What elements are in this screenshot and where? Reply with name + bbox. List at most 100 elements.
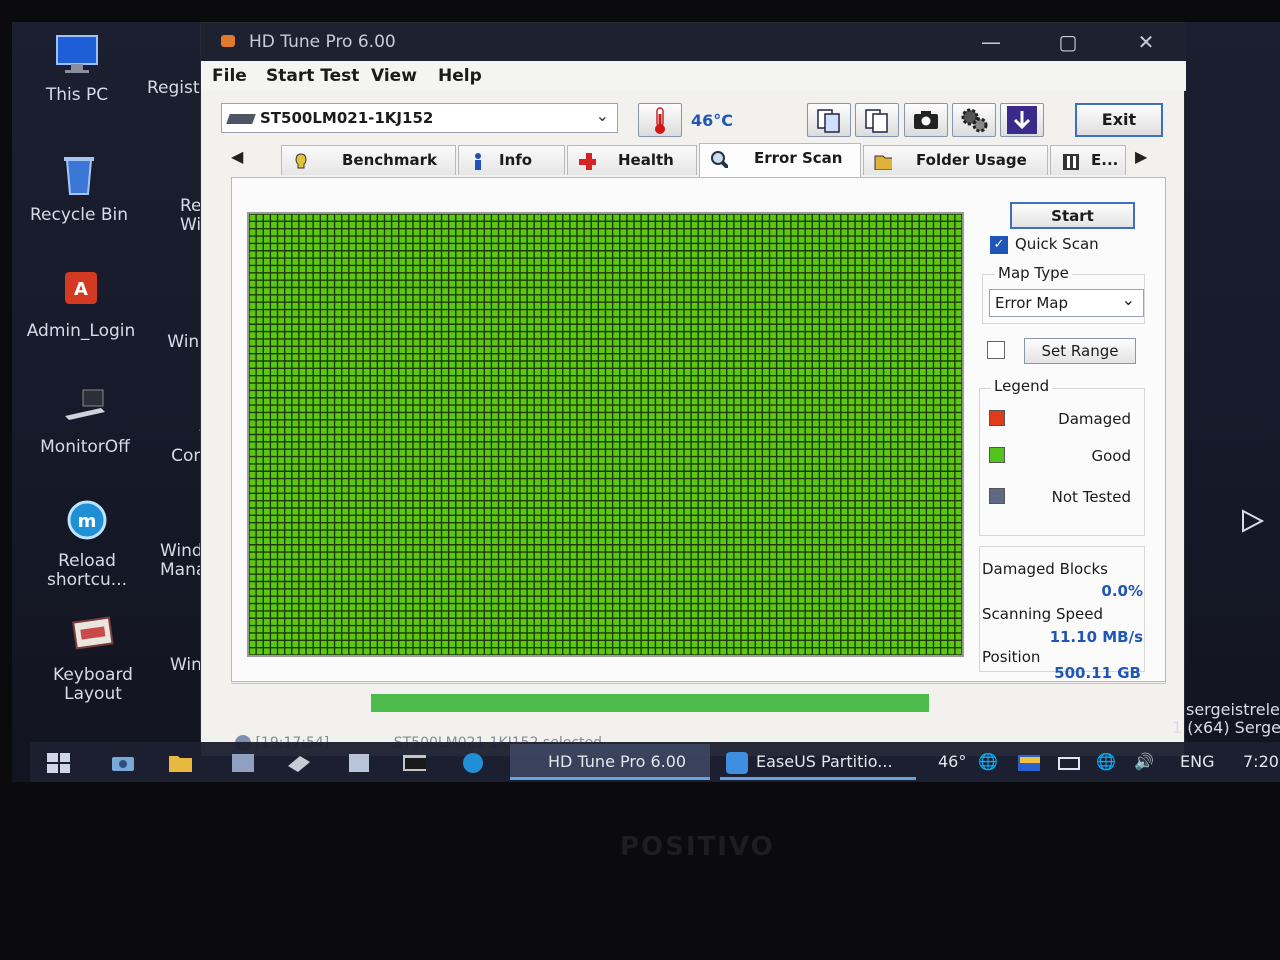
tab-label: Error Scan bbox=[754, 149, 843, 167]
legend-not-tested-swatch bbox=[989, 488, 1005, 504]
desktop-icon-label: Admin_Login bbox=[26, 321, 136, 341]
options-button[interactable] bbox=[952, 103, 996, 137]
screenshot-button[interactable] bbox=[904, 103, 948, 137]
exit-button[interactable]: Exit bbox=[1075, 103, 1163, 137]
benchmark-icon bbox=[295, 153, 307, 169]
desktop-icon-reload-shortcut[interactable]: m Reload shortcu... bbox=[22, 500, 152, 590]
tray-temperature[interactable]: 46° bbox=[938, 752, 966, 771]
error-map-grid bbox=[247, 212, 964, 657]
desktop-icon-admin-login[interactable]: A Admin_Login bbox=[16, 270, 146, 341]
damaged-blocks-value: 0.0% bbox=[1101, 582, 1143, 600]
desktop-icon-recycle-bin[interactable]: Recycle Bin bbox=[14, 154, 144, 225]
quick-scan-checkbox[interactable]: ✓ bbox=[990, 236, 1008, 254]
desktop-icon-this-pc[interactable]: This PC bbox=[12, 34, 142, 105]
drive-tool-icon[interactable] bbox=[286, 752, 310, 774]
info-icon bbox=[475, 153, 481, 170]
grid-lines bbox=[249, 214, 962, 655]
title-bar[interactable]: HD Tune Pro 6.00 — ▢ ✕ bbox=[201, 23, 1186, 61]
close-button[interactable]: ✕ bbox=[1126, 29, 1166, 55]
tab-scroll-left-icon[interactable]: ◀ bbox=[231, 147, 243, 166]
desktop-icon-label: Reload shortcu... bbox=[46, 551, 128, 590]
set-range-button[interactable]: Set Range bbox=[1024, 338, 1136, 364]
tab-label: E... bbox=[1091, 151, 1119, 169]
save-button[interactable] bbox=[1000, 103, 1044, 137]
volume-icon[interactable]: 🔊 bbox=[1134, 752, 1154, 771]
start-button[interactable]: Start bbox=[1010, 202, 1135, 229]
admin-app-icon: A bbox=[57, 270, 105, 314]
copy-all-button[interactable] bbox=[855, 103, 899, 137]
damaged-blocks-label: Damaged Blocks bbox=[982, 560, 1108, 578]
temperature-button[interactable] bbox=[638, 103, 682, 137]
cmd-icon[interactable] bbox=[402, 752, 426, 774]
map-type-value: Error Map bbox=[995, 294, 1068, 312]
scan-progress-fill bbox=[371, 694, 929, 712]
notes-app-icon[interactable] bbox=[346, 752, 370, 774]
scan-progress-bar bbox=[371, 694, 929, 712]
windows-start-icon[interactable] bbox=[46, 752, 70, 774]
tab-folder-usage[interactable]: Folder Usage bbox=[863, 145, 1048, 175]
desktop-icon-partial[interactable]: Win bbox=[170, 656, 202, 675]
scanning-speed-label: Scanning Speed bbox=[982, 605, 1103, 623]
window-title: HD Tune Pro 6.00 bbox=[249, 32, 396, 52]
chevron-down-icon: ⌄ bbox=[595, 106, 609, 125]
language-indicator[interactable]: ENG bbox=[1180, 752, 1214, 771]
tab-error-scan[interactable]: Error Scan bbox=[699, 143, 861, 177]
svg-text:m: m bbox=[78, 511, 97, 532]
drive-select[interactable]: ST500LM021-1KJ152 ⌄ bbox=[221, 103, 618, 133]
file-explorer-icon[interactable] bbox=[168, 752, 192, 774]
laptop-screen: This PC Recycle Bin A Admin_Login Monito… bbox=[0, 0, 1280, 960]
camera-icon bbox=[914, 111, 938, 129]
easeus-icon bbox=[726, 751, 748, 774]
laptop-monitor-icon bbox=[61, 386, 109, 430]
user-overlay-line1: sergeistrele bbox=[1186, 700, 1280, 719]
menu-file[interactable]: File bbox=[212, 66, 247, 86]
copy-info-button[interactable] bbox=[807, 103, 851, 137]
clock[interactable]: 7:20 bbox=[1243, 752, 1279, 771]
map-type-select[interactable]: Error Map ⌄ bbox=[989, 289, 1144, 317]
menu-help[interactable]: Help bbox=[438, 66, 482, 86]
laptop-brand: POSITIVO bbox=[620, 832, 775, 862]
set-range-checkbox[interactable] bbox=[987, 341, 1005, 359]
desktop-icon-keyboard-layout[interactable]: Keyboard Layout bbox=[28, 614, 158, 704]
menu-start-test[interactable]: Start Test bbox=[266, 66, 359, 86]
display-icon[interactable] bbox=[1016, 752, 1040, 774]
desktop-icon-label: MonitorOff bbox=[40, 437, 130, 457]
taskbar: HD Tune Pro 6.00 EaseUS Partitio... 46° … bbox=[30, 742, 1280, 782]
task-easeus[interactable]: EaseUS Partitio... bbox=[720, 744, 920, 780]
menu-view[interactable]: View bbox=[371, 66, 417, 86]
hd-tune-window: HD Tune Pro 6.00 — ▢ ✕ File Start Test V… bbox=[200, 22, 1186, 757]
desktop-icon-partial[interactable]: Regist bbox=[147, 79, 200, 98]
active-indicator bbox=[510, 777, 710, 780]
error-scan-controls: Start ✓ Quick Scan Map Type Error Map ⌄ … bbox=[977, 188, 1157, 682]
network-globe-icon[interactable]: 🌐 bbox=[978, 752, 998, 771]
tab-label: Benchmark bbox=[342, 151, 437, 169]
tab-health[interactable]: Health bbox=[567, 145, 697, 175]
tab-extra[interactable]: E... bbox=[1050, 145, 1126, 175]
legend-damaged-swatch bbox=[989, 410, 1005, 426]
copy-all-icon bbox=[865, 109, 888, 133]
reload-taskbar-icon[interactable] bbox=[460, 752, 484, 774]
tab-benchmark[interactable]: Benchmark bbox=[281, 145, 456, 175]
thermometer-icon bbox=[655, 107, 665, 134]
taskbar-app-icon[interactable] bbox=[230, 752, 254, 774]
keyboard-icon bbox=[69, 614, 117, 658]
tab-info[interactable]: Info bbox=[458, 145, 565, 175]
maximize-button[interactable]: ▢ bbox=[1048, 29, 1088, 55]
reload-app-icon: m bbox=[63, 500, 111, 544]
minimize-button[interactable]: — bbox=[971, 29, 1011, 55]
health-cross-icon bbox=[579, 153, 596, 170]
magnifier-icon bbox=[711, 151, 728, 168]
running-indicator bbox=[720, 777, 916, 780]
chevron-down-icon: ⌄ bbox=[1121, 290, 1135, 309]
app-icon bbox=[221, 35, 235, 47]
error-scan-panel: Start ✓ Quick Scan Map Type Error Map ⌄ … bbox=[231, 177, 1166, 682]
hard-drive-icon bbox=[226, 114, 256, 124]
camera-app-icon[interactable] bbox=[110, 752, 134, 774]
legend-good-swatch bbox=[989, 447, 1005, 463]
battery-icon[interactable] bbox=[1056, 752, 1080, 774]
desktop-icon-monitoroff[interactable]: MonitorOff bbox=[20, 386, 150, 457]
recycle-bin-icon bbox=[55, 154, 103, 198]
task-hd-tune[interactable]: HD Tune Pro 6.00 bbox=[510, 744, 710, 780]
language-globe-icon[interactable]: 🌐 bbox=[1096, 752, 1116, 771]
tab-scroll-right-icon[interactable]: ▶ bbox=[1135, 147, 1147, 166]
